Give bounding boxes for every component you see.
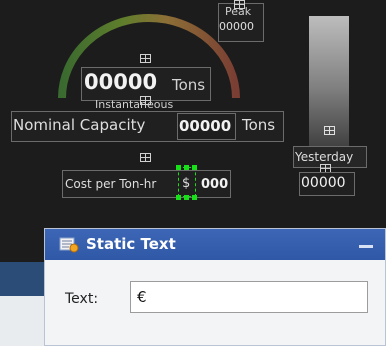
selection-handle-nw[interactable]	[176, 165, 181, 170]
static-text-panel: Static Text Text:	[44, 228, 386, 346]
text-field-label: Text:	[65, 291, 99, 307]
panel-header[interactable]: Static Text	[45, 229, 385, 260]
yesterday-value: 00000	[301, 175, 346, 191]
selection-handle-se[interactable]	[192, 195, 197, 200]
peak-label: Peak	[225, 5, 252, 18]
gauge-value: 00000	[84, 70, 158, 94]
canvas-lower-band	[0, 262, 48, 296]
cost-value: 000	[201, 177, 229, 192]
move-handle-icon[interactable]	[324, 126, 335, 135]
peak-value: 00000	[219, 20, 254, 33]
dashboard-canvas: Peak 00000 00000 Tons Instantaneous Nomi…	[0, 0, 386, 228]
nominal-capacity-label: Nominal Capacity	[13, 116, 146, 134]
gauge-caption: Instantaneous	[95, 98, 174, 111]
static-text-icon	[59, 237, 79, 253]
gauge-unit: Tons	[172, 76, 206, 94]
panel-title: Static Text	[86, 235, 176, 253]
cost-label: Cost per Ton-hr	[65, 177, 157, 191]
text-field[interactable]	[130, 281, 368, 313]
cost-currency: $	[182, 176, 191, 191]
nominal-capacity-unit: Tons	[242, 116, 276, 134]
nominal-capacity-value: 00000	[179, 117, 232, 135]
selection-handle-sw[interactable]	[176, 195, 181, 200]
move-handle-icon[interactable]	[140, 153, 151, 162]
selection-handle-s[interactable]	[184, 195, 189, 200]
selection-handle-n[interactable]	[184, 165, 189, 170]
move-handle-icon[interactable]	[140, 54, 151, 63]
minimize-icon[interactable]	[359, 245, 373, 248]
canvas-lower-strip	[0, 296, 48, 346]
move-handle-icon[interactable]	[140, 96, 151, 105]
yesterday-label: Yesterday	[295, 150, 354, 164]
selection-handle-ne[interactable]	[192, 165, 197, 170]
